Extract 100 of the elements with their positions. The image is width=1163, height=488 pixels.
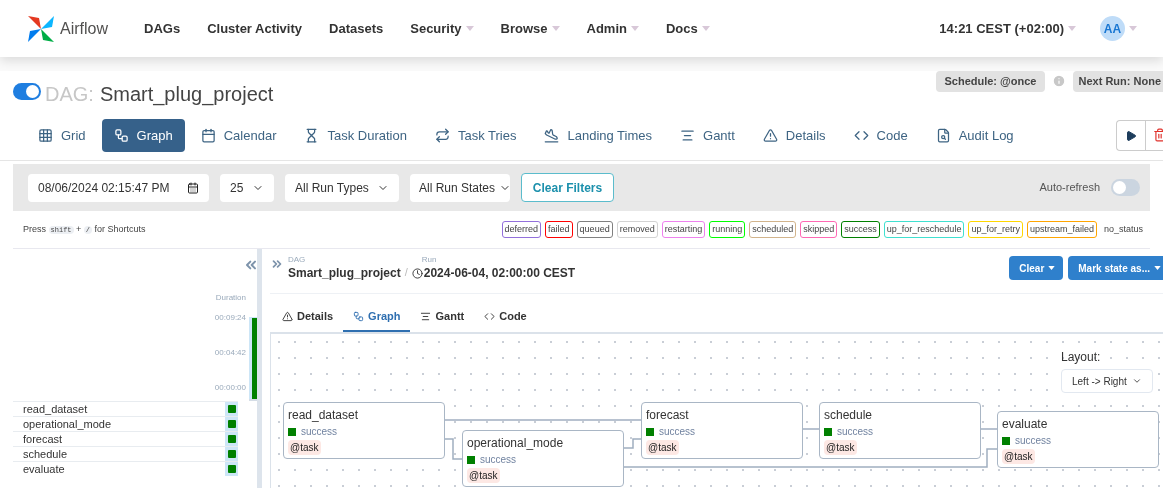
task-status-square[interactable]	[227, 420, 236, 428]
task-status-square[interactable]	[227, 435, 236, 443]
task-node[interactable]: operational_mode success @task	[462, 430, 624, 487]
caret-icon	[1154, 266, 1161, 270]
limit-select[interactable]: 25	[220, 173, 274, 202]
view-tab[interactable]: Calendar	[188, 119, 289, 152]
auto-refresh-toggle[interactable]	[1111, 179, 1140, 196]
task-name[interactable]: operational_mode	[13, 417, 225, 431]
task-node-name: forecast	[646, 408, 689, 422]
align-icon	[680, 128, 696, 143]
task-node-name: operational_mode	[467, 436, 564, 450]
run-types-select[interactable]: All Run Types	[285, 173, 399, 202]
state-legend-tag[interactable]: upstream_failed	[1026, 220, 1097, 239]
action-menu-button[interactable]: Mark state as...	[1068, 256, 1163, 280]
details-tab[interactable]: Details	[272, 302, 344, 332]
task-status-square[interactable]	[227, 465, 236, 473]
task-node-name: evaluate	[1002, 417, 1048, 431]
dag-toggle[interactable]	[13, 83, 41, 100]
task-name[interactable]: read_dataset	[13, 402, 225, 416]
view-tab[interactable]: Graph	[101, 119, 185, 152]
nav-link[interactable]: Cluster Activity	[207, 18, 303, 39]
view-tab[interactable]: Task Tries	[422, 119, 529, 152]
task-node-name: schedule	[824, 408, 873, 422]
dag-crumb[interactable]: Smart_plug_project	[288, 264, 401, 282]
task-state: success	[301, 425, 338, 439]
run-crumb-label: Run	[421, 255, 438, 264]
state-legend-tag[interactable]: queued	[576, 220, 613, 239]
align-icon	[420, 310, 432, 322]
task-status-square[interactable]	[227, 450, 236, 458]
pinwheel-logo-icon	[26, 13, 56, 44]
file-search-icon	[935, 128, 951, 143]
state-legend-tag[interactable]: running	[709, 220, 746, 239]
task-tag: @task	[824, 440, 857, 455]
nav-link[interactable]: Docs	[665, 18, 710, 39]
nav-link[interactable]: Security	[410, 18, 474, 39]
layout-select[interactable]: Left -> Right	[1061, 369, 1153, 393]
nav-link[interactable]: Admin	[586, 18, 639, 39]
view-tab[interactable]: Code	[841, 119, 920, 152]
code-icon	[853, 128, 869, 143]
state-legend-tag[interactable]: deferred	[501, 220, 542, 239]
run-crumb[interactable]: 2024-06-04, 02:00:00 CEST	[423, 264, 576, 282]
action-menu-button[interactable]: Clear	[1009, 256, 1064, 280]
code-icon	[484, 310, 496, 322]
nav-link[interactable]: DAGs	[144, 18, 181, 39]
state-legend-tag[interactable]: restarting	[661, 220, 706, 239]
dag-title: Smart_plug_project	[99, 82, 274, 108]
caret-icon	[1068, 26, 1076, 31]
task-tag: @task	[288, 440, 321, 455]
task-name[interactable]: forecast	[13, 432, 225, 446]
duration-tick: 00:09:24	[214, 312, 246, 324]
state-legend-tag[interactable]: scheduled	[749, 220, 797, 239]
view-tab[interactable]: Gantt	[668, 119, 747, 152]
task-node[interactable]: forecast success @task	[641, 402, 803, 459]
view-tab[interactable]: Grid	[26, 119, 98, 152]
auto-refresh-label: Auto-refresh	[1039, 180, 1100, 196]
nav-link[interactable]: Datasets	[329, 18, 384, 39]
view-tab[interactable]: Landing Times	[532, 119, 665, 152]
task-tag: @task	[467, 468, 500, 483]
clear-filters-button[interactable]: Clear Filters	[521, 173, 614, 202]
task-status-square[interactable]	[227, 405, 236, 413]
nav-link[interactable]: Browse	[500, 18, 560, 39]
view-tab[interactable]: Task Duration	[292, 119, 419, 152]
edge-line	[980, 428, 998, 430]
details-tab[interactable]: Graph	[343, 302, 411, 332]
graph-icon	[113, 128, 129, 143]
task-state: success	[480, 453, 517, 467]
task-name[interactable]: evaluate	[13, 462, 225, 476]
duration-label: Duration	[215, 292, 246, 304]
crumb-separator: /	[404, 265, 408, 280]
state-legend-tag[interactable]: up_for_reschedule	[883, 220, 965, 239]
trash-icon	[1153, 128, 1163, 142]
brand-name[interactable]: Airflow	[60, 16, 108, 41]
expand-icon[interactable]	[270, 257, 284, 271]
task-name[interactable]: schedule	[13, 447, 225, 461]
timezone-menu[interactable]: 14:21 CEST (+02:00)	[939, 18, 1076, 39]
details-tab[interactable]: Code	[474, 302, 537, 332]
dag-prefix: DAG:	[45, 82, 94, 107]
state-legend-tag[interactable]: removed	[616, 220, 658, 239]
state-legend-tag[interactable]: failed	[545, 220, 573, 239]
state-legend-tag[interactable]: skipped	[800, 220, 838, 239]
details-tab[interactable]: Gantt	[410, 302, 475, 332]
schedule-badge: Schedule: @once	[936, 71, 1045, 92]
view-tab[interactable]: Details	[750, 119, 838, 152]
duration-tick: 00:00:00	[214, 382, 246, 394]
view-tab[interactable]: Audit Log	[923, 119, 1026, 152]
warning-icon	[762, 128, 778, 143]
task-node[interactable]: evaluate success @task	[997, 411, 1159, 468]
task-node[interactable]: read_dataset success @task	[283, 402, 445, 459]
state-legend-tag[interactable]: no_status	[1100, 220, 1146, 239]
state-legend-tag[interactable]: up_for_retry	[968, 220, 1023, 239]
edge-line	[802, 428, 820, 430]
caret-icon	[1129, 26, 1137, 31]
state-legend-tag[interactable]: success	[841, 220, 880, 239]
clock-icon	[411, 267, 423, 279]
run-states-select[interactable]: All Run States	[410, 173, 510, 202]
task-tag: @task	[1002, 449, 1035, 464]
task-node[interactable]: schedule success @task	[819, 402, 981, 459]
duration-tick: 00:04:42	[214, 347, 246, 359]
date-field[interactable]: 08/06/2024 02:15:47 PM	[28, 173, 209, 202]
info-icon	[1051, 74, 1066, 89]
